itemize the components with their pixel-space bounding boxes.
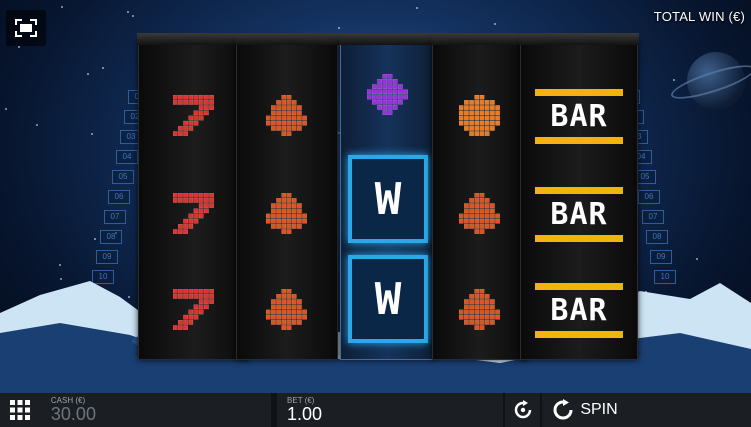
star — [493, 22, 496, 25]
reel-cap — [235, 33, 339, 45]
bet-selector[interactable]: BET (€) 1.00 — [277, 393, 504, 427]
payline-number-right: 07 — [642, 210, 664, 224]
bar-text: BAR — [550, 196, 608, 232]
reel-1 — [137, 33, 251, 360]
slot-game: TOTAL WIN (€) 01020304050607080910 01020… — [0, 0, 751, 427]
star — [18, 46, 21, 49]
seven-icon — [173, 95, 215, 137]
fullscreen-icon — [15, 19, 37, 37]
bell-symbol — [433, 169, 527, 259]
reel-5: BAR BAR BAR — [519, 33, 639, 360]
grid-menu-icon — [10, 400, 31, 420]
bet-value: 1.00 — [287, 404, 323, 424]
seven-icon — [173, 193, 215, 235]
payline-number-left: 05 — [112, 170, 134, 184]
seven-symbol — [139, 169, 249, 259]
bar-stripe — [535, 186, 623, 194]
payline-number-left: 06 — [108, 190, 130, 204]
wild-box: W — [348, 155, 428, 243]
payline-number-right: 09 — [650, 250, 672, 264]
wild-symbol: W — [341, 251, 435, 347]
star — [35, 123, 38, 126]
wild-box: W — [348, 255, 428, 343]
star — [132, 15, 135, 18]
plum-symbol — [341, 47, 435, 143]
orange-icon — [459, 95, 501, 137]
bar-symbol: BAR — [521, 265, 637, 355]
payline-number-left: 08 — [100, 230, 122, 244]
bar-symbol: BAR — [521, 71, 637, 161]
bar-stripe — [535, 136, 623, 144]
autoplay-icon — [514, 400, 532, 419]
bell-icon — [459, 289, 501, 331]
bell-symbol — [237, 265, 337, 355]
bar-stripe — [535, 88, 623, 96]
menu-button[interactable] — [0, 393, 41, 427]
star — [673, 79, 676, 82]
bell-icon — [266, 193, 308, 235]
star — [61, 6, 64, 9]
wild-text: W — [374, 173, 402, 225]
star — [5, 107, 8, 110]
star — [86, 73, 89, 76]
star — [93, 237, 96, 240]
autoplay-button[interactable] — [505, 393, 541, 427]
bell-icon — [266, 95, 308, 137]
payline-number-right: 06 — [638, 190, 660, 204]
reel-2 — [235, 33, 339, 360]
control-bar: CASH (€) 30.00 BET (€) 1.00 SPIN — [0, 393, 751, 427]
fullscreen-button[interactable] — [6, 10, 46, 46]
payline-number-left: 04 — [116, 150, 138, 164]
cash-value: 30.00 — [50, 404, 96, 424]
star — [126, 11, 129, 14]
reel-cap — [519, 33, 639, 45]
bar-symbol: BAR — [521, 169, 637, 259]
bar-stripe — [535, 282, 623, 290]
spin-icon — [553, 399, 573, 420]
bar-text: BAR — [550, 98, 608, 134]
reel-3: W W — [339, 33, 437, 360]
star — [416, 7, 419, 10]
bell-icon — [459, 193, 501, 235]
bar-text: BAR — [550, 292, 608, 328]
bar-box: BAR — [529, 282, 629, 338]
bell-symbol — [237, 71, 337, 161]
seven-icon — [173, 289, 215, 331]
spin-button[interactable]: SPIN — [542, 393, 751, 427]
star — [102, 67, 105, 70]
reel-cap — [137, 33, 251, 45]
orange-symbol — [433, 71, 527, 161]
total-win-label: TOTAL WIN (€) — [653, 9, 745, 24]
star — [696, 258, 699, 261]
bell-icon — [266, 289, 308, 331]
star — [90, 133, 93, 136]
bar-stripe — [535, 330, 623, 338]
reel-cap — [339, 33, 437, 45]
bar-stripe — [535, 234, 623, 242]
star — [58, 263, 61, 266]
spin-label: SPIN — [580, 401, 618, 418]
payline-number-left: 09 — [96, 250, 118, 264]
star — [338, 27, 341, 30]
wild-symbol: W — [341, 151, 435, 247]
payline-number-right: 08 — [646, 230, 668, 244]
seven-symbol — [139, 71, 249, 161]
plum-icon — [367, 74, 409, 116]
bar-box: BAR — [529, 88, 629, 144]
cash-display: CASH (€) 30.00 — [40, 393, 272, 427]
wild-text: W — [374, 273, 402, 325]
payline-number-left: 07 — [104, 210, 126, 224]
bar-box: BAR — [529, 186, 629, 242]
bell-symbol — [433, 265, 527, 355]
bell-symbol — [237, 169, 337, 259]
seven-symbol — [139, 265, 249, 355]
reel-cap — [431, 33, 529, 45]
reel-4 — [431, 33, 529, 360]
